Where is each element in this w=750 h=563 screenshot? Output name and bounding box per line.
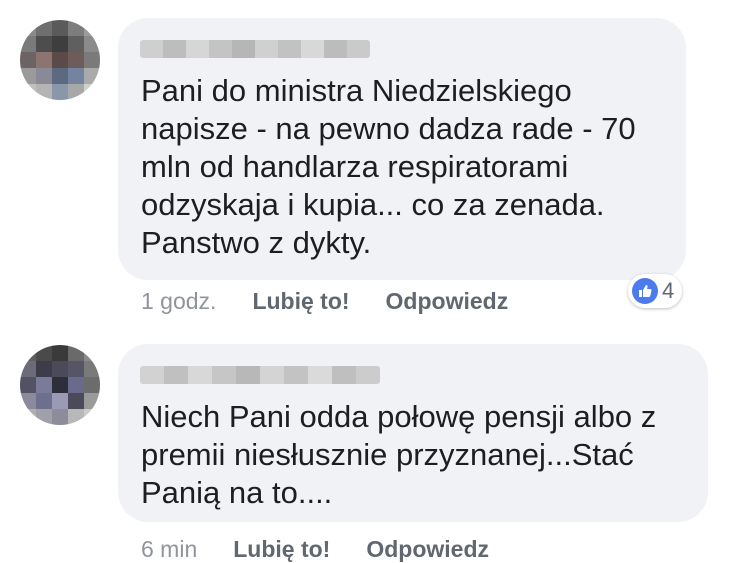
- reaction-count: 4: [662, 278, 675, 303]
- avatar[interactable]: [20, 20, 100, 100]
- reply-link[interactable]: Odpowiedz: [366, 536, 489, 563]
- comment-text: Niech Pani odda połowę pensji albo z pre…: [141, 399, 657, 510]
- comment-timestamp[interactable]: 6 min: [141, 536, 197, 563]
- reply-link[interactable]: Odpowiedz: [386, 288, 509, 315]
- like-link[interactable]: Lubię to!: [252, 288, 349, 315]
- avatar[interactable]: [20, 345, 100, 425]
- author-name-blurred[interactable]: [140, 366, 380, 384]
- comment-actions: 1 godz. Lubię to! Odpowiedz: [141, 288, 508, 315]
- author-name-blurred[interactable]: [140, 40, 370, 58]
- comment-text: Pani do ministra Niedzielskiego napisze …: [141, 73, 636, 260]
- like-link[interactable]: Lubię to!: [233, 536, 330, 563]
- reaction-badge[interactable]: 4: [628, 274, 683, 308]
- comment-timestamp[interactable]: 1 godz.: [141, 288, 216, 315]
- thumbs-up-icon: [632, 278, 658, 304]
- comment-actions: 6 min Lubię to! Odpowiedz: [141, 536, 489, 563]
